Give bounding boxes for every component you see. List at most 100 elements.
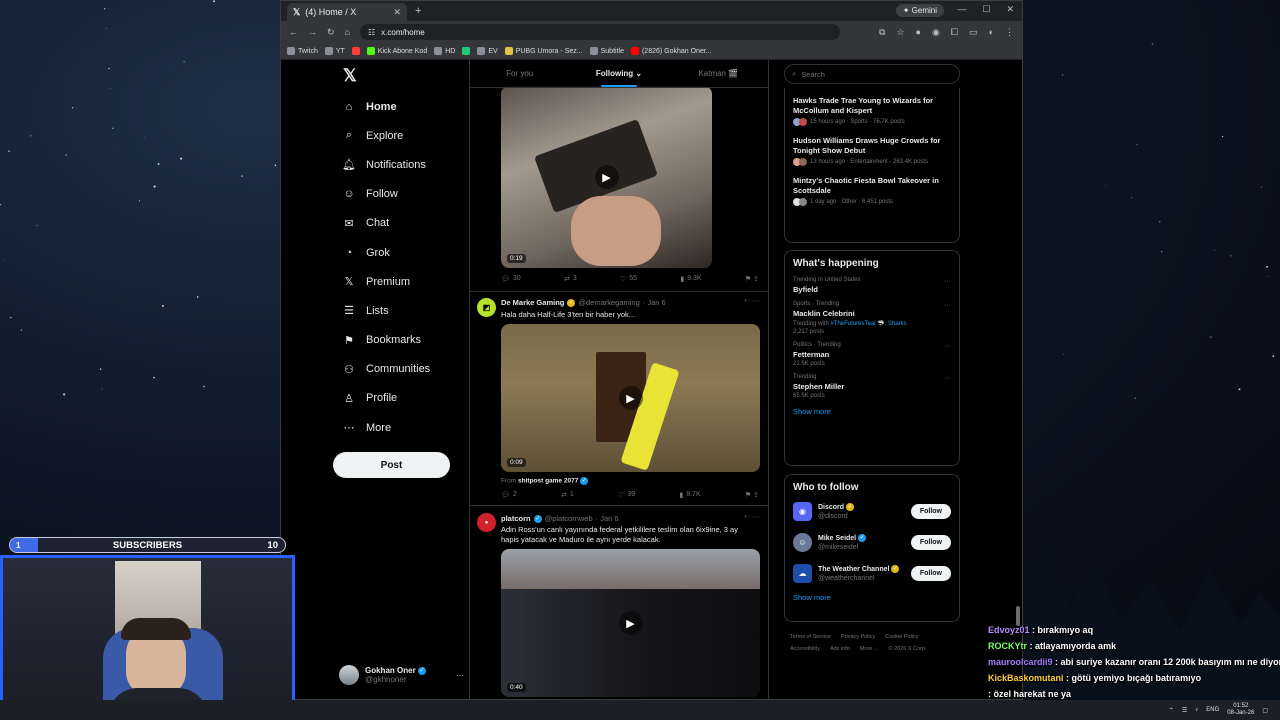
tab-following[interactable]: Following ⌄ [569, 60, 668, 87]
tweet-video[interactable]: ▶ 0:19 [501, 86, 712, 268]
footer-link[interactable]: © 2026 X Corp. [888, 643, 926, 655]
reload-icon[interactable]: ↻ [327, 27, 335, 38]
news-item[interactable]: Hawks Trade Trae Young to Wizards for Mc… [785, 88, 959, 129]
tab-katman[interactable]: Katman 🎬 [669, 60, 768, 87]
grok-icon[interactable]: ◔ [743, 514, 747, 521]
nav-item-communities[interactable]: ⚇ Communities [333, 355, 468, 384]
nav-item-profile[interactable]: ♙ Profile [333, 384, 468, 413]
play-icon[interactable]: ▶ [618, 386, 643, 410]
follow-button[interactable]: Follow [910, 504, 951, 519]
bookmark-item[interactable]: Twitch [287, 47, 318, 55]
forward-icon[interactable]: → [308, 27, 317, 37]
footer-link[interactable]: Privacy Policy [841, 631, 875, 643]
play-icon[interactable]: ▶ [618, 611, 643, 635]
bookmark-item[interactable]: HD [434, 47, 455, 55]
account-switcher[interactable]: Gokhan Oner ✓ @gkhnoner ··· [339, 665, 464, 685]
footer-link[interactable]: More ... [860, 643, 879, 655]
tab-close-icon[interactable]: ✕ [393, 7, 401, 18]
views-button[interactable]: ▮ 9.3K [680, 275, 701, 283]
more-icon[interactable]: ··· [944, 278, 951, 285]
follow-suggestion[interactable]: ☺ Mike Seidel ✓ @mikeseidel Follow [785, 527, 959, 558]
trend-item[interactable]: Trending Stephen Miller 65.5K posts ··· [785, 369, 959, 401]
notification-icon[interactable]: ▢ [1262, 707, 1268, 714]
more-icon[interactable]: ··· [753, 298, 760, 305]
nav-item-lists[interactable]: ☰ Lists [333, 296, 468, 325]
reply-button[interactable]: 💬︎ 2 [501, 491, 517, 499]
new-tab-button[interactable]: + [415, 5, 421, 17]
wifi-icon[interactable]: ☰ [1182, 707, 1187, 714]
address-bar[interactable]: ☷ x.com/home [359, 24, 840, 40]
tweet-author-name[interactable]: platcorn [501, 514, 531, 523]
nav-item-more[interactable]: ⋯ More [333, 413, 468, 442]
trend-item[interactable]: Politics · Trending Fetterman 21.5K posts ·… [785, 337, 959, 369]
browser-tab[interactable]: 𝕏 (4) Home / X ✕ [287, 3, 407, 21]
extension-icon[interactable]: ● [916, 27, 921, 38]
follow-suggestion[interactable]: ☁ The Weather Channel ✓ @weatherchannel Fol… [785, 558, 959, 589]
views-button[interactable]: ▮ 8.7K [679, 491, 700, 499]
minimize-icon[interactable]: — [957, 4, 966, 15]
tweet-author-handle[interactable]: @demarkegaming [578, 298, 639, 307]
bookmark-item[interactable] [351, 47, 360, 55]
bookmark-item[interactable]: (2826) Gokhan Oner... [630, 47, 712, 55]
install-icon[interactable]: ⧉ [879, 27, 885, 38]
maximize-icon[interactable]: ☐ [982, 4, 990, 15]
bookmark-item[interactable]: Subtitle [589, 47, 624, 55]
repost-button[interactable]: ⇄ 1 [561, 491, 574, 499]
play-icon[interactable]: ▶ [594, 165, 619, 189]
trend-item[interactable]: Sports · Trending Macklin Celebrini Trendi… [785, 296, 959, 337]
volume-icon[interactable]: ♪ [1195, 707, 1198, 713]
bookmark-button[interactable]: ⚑ ⇪ [745, 275, 759, 283]
nav-item-grok[interactable]: ◔ Grok [333, 238, 468, 267]
nav-item-follow[interactable]: ☺ Follow [333, 180, 468, 209]
profile-icon[interactable]: ◐ [989, 27, 994, 38]
home-icon[interactable]: ⌂ [345, 27, 350, 37]
gemini-button[interactable]: ✦ Gemini [895, 4, 944, 17]
extension-icon[interactable]: ◉ [932, 27, 940, 38]
tweet-date[interactable]: · Jan 6 [596, 514, 619, 523]
tweet-author-name[interactable]: De Marke Gaming [501, 298, 564, 307]
more-icon[interactable]: ··· [944, 302, 951, 309]
bookmark-button[interactable]: ⚑ ⇪ [745, 491, 759, 499]
more-icon[interactable]: ··· [753, 514, 760, 521]
more-icon[interactable]: ··· [944, 343, 951, 350]
follow-suggestion[interactable]: ◉ Discord ✓ @discord Follow [785, 496, 959, 527]
news-item[interactable]: Hudson Williams Draws Huge Crowds for To… [785, 129, 959, 169]
show-more-link[interactable]: Show more [785, 589, 959, 610]
nav-item-notifications[interactable]: 🔔︎ Notifications [333, 150, 468, 179]
nav-item-explore[interactable]: ⌕ Explore [333, 121, 468, 150]
footer-link[interactable]: Accessibility [790, 643, 820, 655]
tweet-video[interactable]: ▶ 0:40 [501, 549, 760, 697]
footer-link[interactable]: Ads info [830, 643, 850, 655]
clock[interactable]: 01:52 08-Jan-26 [1227, 703, 1254, 717]
search-input[interactable]: ⌕ Search [784, 64, 960, 84]
bookmark-item[interactable]: PUBG Umora - Sez... [504, 47, 583, 55]
tweet-author-handle[interactable]: @platcornweb [545, 514, 593, 523]
footer-link[interactable]: Cookie Policy [885, 631, 918, 643]
from-name[interactable]: shitpost game 2077 [518, 478, 578, 485]
avatar[interactable]: ● [477, 513, 496, 532]
repost-button[interactable]: ⇄ 3 [564, 275, 577, 283]
like-button[interactable]: ♡ 55 [620, 275, 637, 283]
nav-item-chat[interactable]: ✉ Chat [333, 209, 468, 238]
like-button[interactable]: ♡ 39 [618, 491, 635, 499]
menu-icon[interactable]: ⋮ [1005, 27, 1014, 38]
news-item[interactable]: Mintzy's Chaotic Fiesta Bowl Takeover in… [785, 169, 959, 209]
post-button[interactable]: Post [333, 452, 450, 479]
back-icon[interactable]: ← [289, 27, 298, 37]
bookmark-item[interactable]: YT [324, 47, 345, 55]
site-info-icon[interactable]: ☷ [368, 28, 375, 37]
trend-hashtag-link[interactable]: #TheFuturesTeal 🦈, Sharks [830, 321, 906, 327]
window-close-icon[interactable]: ✕ [1006, 4, 1014, 15]
sidepanel-icon[interactable]: ▭ [969, 27, 978, 38]
more-icon[interactable]: ··· [456, 671, 464, 680]
nav-item-bookmarks[interactable]: ⚑ Bookmarks [333, 326, 468, 355]
nav-item-premium[interactable]: 𝕏 Premium [333, 267, 468, 296]
bookmark-item[interactable]: Kick Abone Kod [366, 47, 427, 55]
footer-link[interactable]: Terms of Service [790, 631, 831, 643]
x-logo-icon[interactable]: 𝕏 [343, 66, 468, 92]
tweet-date[interactable]: · Jan 6 [643, 298, 666, 307]
follow-button[interactable]: Follow [910, 535, 951, 550]
puzzle-icon[interactable]: ⧠ [951, 27, 958, 38]
chevron-up-icon[interactable]: ⌃ [1169, 707, 1174, 714]
follow-button[interactable]: Follow [910, 566, 951, 581]
